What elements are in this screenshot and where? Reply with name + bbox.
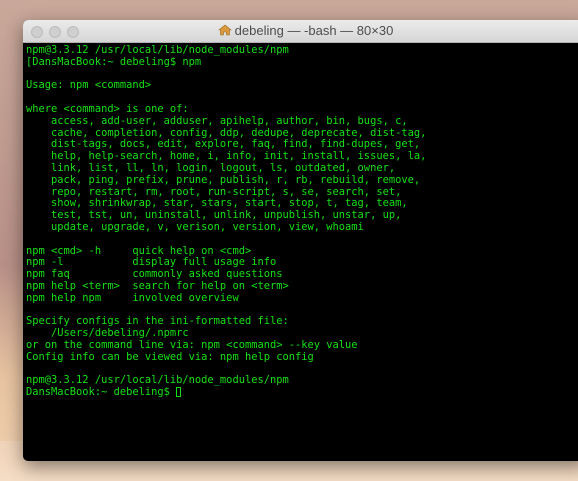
terminal-prompt-line[interactable]: DansMacBook:~ debeling$ — [26, 386, 578, 399]
terminal-line: access, add-user, adduser, apihelp, auth… — [26, 114, 408, 127]
home-folder-icon — [217, 24, 232, 36]
terminal-line: [DansMacBook:~ debeling$ npm — [26, 55, 202, 68]
terminal-prompt: DansMacBook:~ debeling$ — [26, 386, 177, 399]
terminal-window[interactable]: debeling — -bash — 80×30 npm@3.3.12 /usr… — [23, 20, 578, 461]
window-title-container: debeling — -bash — 80×30 — [23, 20, 578, 42]
terminal-line: Config info can be viewed via: npm help … — [26, 350, 314, 363]
terminal-line: link, list, ll, ln, login, logout, ls, o… — [26, 161, 396, 174]
title-bar[interactable]: debeling — -bash — 80×30 — [23, 20, 578, 43]
terminal-line: npm help npm involved overview — [26, 291, 239, 304]
terminal-line: pack, ping, prefix, prune, publish, r, r… — [26, 173, 421, 186]
terminal-line: npm help <term> search for help on <term… — [26, 279, 289, 292]
terminal-line: or on the command line via: npm <command… — [26, 338, 358, 351]
terminal-line: where <command> is one of: — [26, 102, 189, 115]
terminal-line: Usage: npm <command> — [26, 79, 152, 92]
terminal-line: update, upgrade, v, verison, version, vi… — [26, 220, 364, 233]
terminal-output[interactable]: npm@3.3.12 /usr/local/lib/node_modules/n… — [23, 43, 578, 461]
window-title: debeling — -bash — 80×30 — [234, 23, 394, 38]
text-cursor — [176, 387, 182, 398]
